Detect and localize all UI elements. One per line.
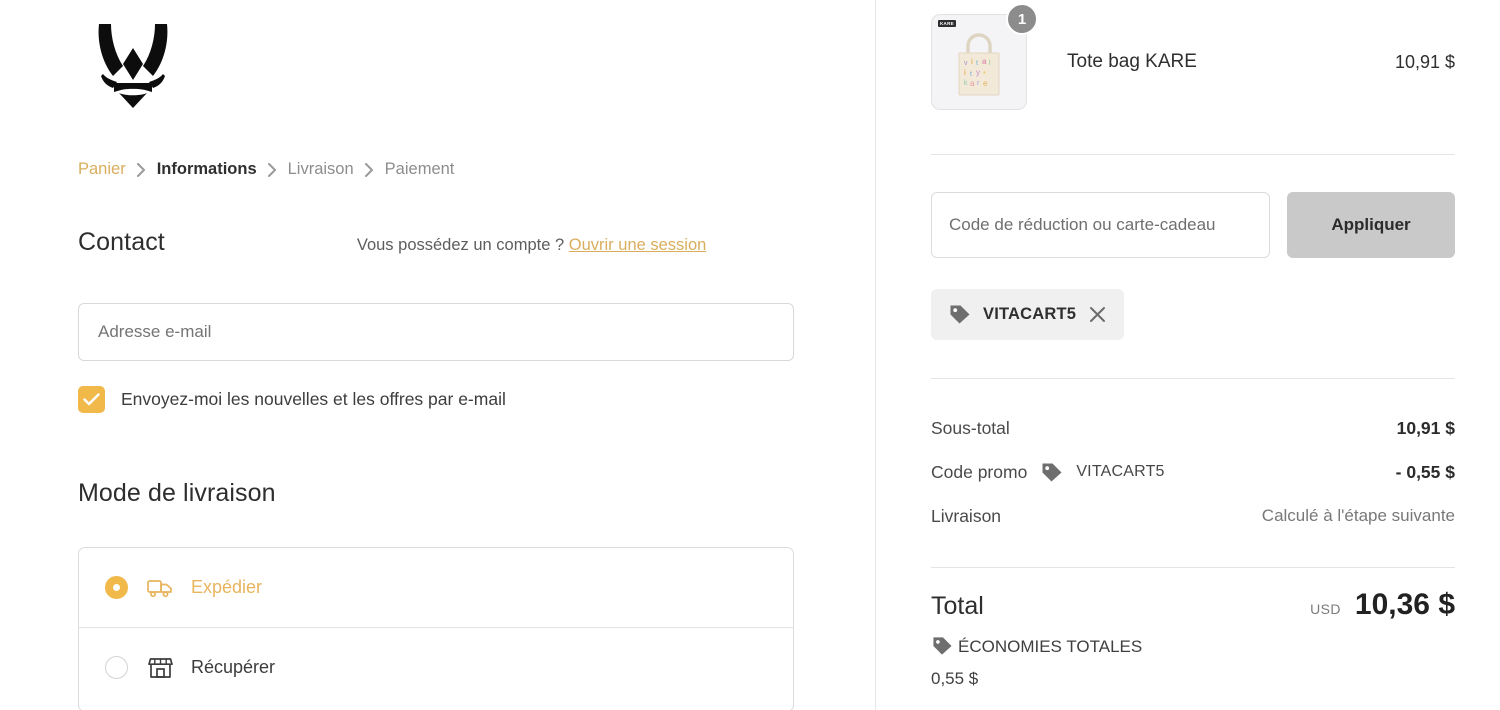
total-line-subtotal: Sous-total 10,91 $ [931, 406, 1455, 450]
svg-text:*: * [983, 71, 986, 78]
breadcrumb-item-livraison[interactable]: Livraison [288, 160, 354, 179]
vitality-bee-logo[interactable] [78, 14, 188, 114]
delivery-option-label: Expédier [191, 577, 263, 597]
checkout-page: Panier Informations Livraison Paiement C… [0, 0, 1500, 710]
delivery-title: Mode de livraison [78, 479, 276, 507]
currency-code: USD [1310, 601, 1341, 617]
svg-text:i: i [964, 68, 966, 77]
product-name: Tote bag KARE [1067, 51, 1197, 72]
svg-text:a: a [970, 79, 975, 88]
radio-expedier[interactable] [105, 576, 128, 599]
svg-text:e: e [983, 79, 988, 88]
shipping-label: Livraison [931, 505, 1002, 526]
radio-recuperer[interactable] [105, 655, 128, 679]
contact-title: Contact [78, 228, 165, 256]
contact-header: Contact Vous possédez un compte ? Ouvrir… [78, 228, 794, 257]
checkout-form-column: Panier Informations Livraison Paiement C… [0, 0, 876, 710]
promo-code-row: Code de réduction ou carte-cadeau Appliq… [931, 192, 1455, 258]
savings-label: ÉCONOMIES TOTALES [958, 637, 1143, 656]
product-thumbnail-wrap[interactable]: KARE v i t a l i t y * k a r e 1 [931, 3, 1038, 110]
total-savings: ÉCONOMIES TOTALES 0,55 $ [931, 633, 1261, 693]
delivery-option-recuperer[interactable]: Récupérer [79, 627, 793, 706]
svg-text:y: y [976, 68, 980, 77]
truck-icon [147, 575, 173, 601]
promo-code-input[interactable]: Code de réduction ou carte-cadeau [931, 192, 1270, 258]
totals-list: Sous-total 10,91 $ Code promo VITACART5 … [931, 406, 1455, 538]
email-field[interactable]: Adresse e-mail [78, 303, 794, 361]
applied-promo-chip: VITACART5 [931, 289, 1125, 340]
grand-total-label: Total [931, 592, 984, 620]
email-placeholder: Adresse e-mail [98, 322, 212, 341]
check-icon [83, 393, 100, 406]
quantity-badge: 1 [1006, 3, 1038, 35]
divider [931, 154, 1455, 155]
order-line-item: KARE v i t a l i t y * k a r e 1 Tote ba… [931, 3, 1455, 110]
svg-text:t: t [976, 60, 978, 67]
breadcrumb-item-informations[interactable]: Informations [157, 160, 257, 179]
promo-label: Code promo [931, 461, 1028, 482]
divider [931, 567, 1455, 568]
chevron-right-icon [364, 162, 375, 177]
shipping-value: Calculé à l'étape suivante [1261, 506, 1455, 525]
tag-icon [948, 304, 971, 325]
store-icon [147, 654, 173, 680]
order-summary-column: KARE v i t a l i t y * k a r e 1 Tote ba… [876, 0, 1500, 710]
svg-text:a: a [982, 57, 987, 66]
total-line-promo: Code promo VITACART5 - 0,55 $ [931, 450, 1455, 494]
svg-text:v: v [964, 60, 968, 67]
newsletter-checkbox-row[interactable]: Envoyez-moi les nouvelles et les offres … [78, 386, 506, 413]
savings-amount: 0,55 $ [931, 669, 979, 688]
applied-promo-code: VITACART5 [983, 305, 1077, 323]
chevron-right-icon [136, 162, 147, 177]
grand-total-amount: 10,36 $ [1354, 588, 1455, 621]
grand-total-row: Total USD 10,36 $ [931, 588, 1455, 622]
newsletter-label: Envoyez-moi les nouvelles et les offres … [121, 389, 506, 409]
subtotal-value: 10,91 $ [1396, 417, 1455, 438]
login-link[interactable]: Ouvrir une session [569, 236, 707, 254]
account-question-text: Vous possédez un compte ? [356, 236, 565, 254]
delivery-options-group: Expédier Récupérer [78, 547, 794, 710]
newsletter-checkbox[interactable] [78, 386, 105, 413]
tote-bag-illustration: v i t a l i t y * k a r e [958, 33, 1000, 96]
svg-text:i: i [971, 57, 973, 66]
promo-code-text: VITACART5 [1076, 463, 1165, 480]
divider [931, 378, 1455, 379]
thumbnail-brand-label: KARE [938, 20, 956, 27]
svg-text:k: k [964, 80, 968, 87]
svg-text:t: t [970, 71, 972, 78]
subtotal-label: Sous-total [931, 417, 1010, 438]
product-price: 10,91 $ [1394, 51, 1455, 72]
chevron-right-icon [267, 162, 278, 177]
breadcrumb-item-paiement[interactable]: Paiement [385, 160, 455, 179]
breadcrumb: Panier Informations Livraison Paiement [78, 160, 454, 179]
total-line-shipping: Livraison Calculé à l'étape suivante [931, 494, 1455, 538]
delivery-option-label: Récupérer [191, 656, 276, 677]
breadcrumb-item-panier[interactable]: Panier [78, 160, 126, 179]
account-prompt: Vous possédez un compte ? Ouvrir une ses… [357, 236, 706, 255]
remove-promo-icon[interactable] [1088, 305, 1107, 324]
apply-promo-button[interactable]: Appliquer [1287, 192, 1455, 258]
tag-icon [931, 636, 953, 665]
promo-code-placeholder: Code de réduction ou carte-cadeau [949, 215, 1216, 234]
tag-icon [1040, 462, 1063, 483]
promo-value: - 0,55 $ [1395, 461, 1455, 482]
delivery-option-expedier[interactable]: Expédier [79, 548, 793, 627]
